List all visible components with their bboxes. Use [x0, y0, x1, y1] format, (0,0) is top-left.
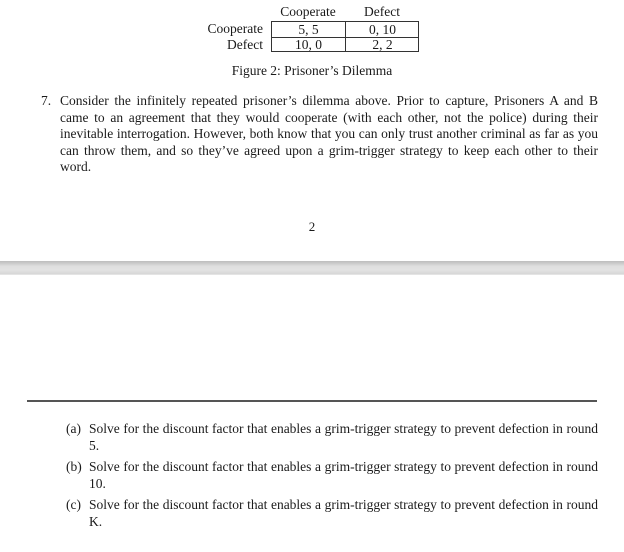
- subquestion-label: (a): [66, 421, 81, 436]
- payoff-cell: 0, 10: [369, 22, 396, 37]
- subquestion-label: (b): [66, 459, 82, 474]
- subquestion-text: Solve for the discount factor that enabl…: [89, 497, 598, 529]
- subquestion-text: Solve for the discount factor that enabl…: [89, 459, 598, 491]
- payoff-cell: 5, 5: [298, 22, 319, 37]
- horizontal-rule: [27, 400, 597, 402]
- figure-caption: Figure 2: Prisoner’s Dilemma: [231, 63, 393, 78]
- column-header-cooperate: Cooperate: [280, 4, 336, 19]
- payoff-grid: 5, 5 0, 10 10, 0 2, 2: [271, 21, 419, 52]
- row-header-cooperate: Cooperate: [207, 21, 263, 36]
- subquestion-c: (c) Solve for the discount factor that e…: [66, 497, 598, 530]
- problem-7: 7. Consider the infinitely repeated pris…: [41, 93, 598, 176]
- row-header-defect: Defect: [227, 37, 263, 52]
- subquestion-a: (a) Solve for the discount factor that e…: [66, 421, 598, 454]
- payoff-cell: 10, 0: [295, 37, 322, 52]
- subquestion-text: Solve for the discount factor that enabl…: [89, 421, 598, 453]
- column-header-defect: Defect: [364, 4, 400, 19]
- page-number: 2: [308, 219, 316, 234]
- subquestion-b: (b) Solve for the discount factor that e…: [66, 459, 598, 492]
- problem-text: Consider the infinitely repeated prisone…: [60, 93, 598, 175]
- page-separator: [0, 261, 624, 275]
- payoff-cell: 2, 2: [372, 37, 393, 52]
- subquestion-label: (c): [66, 497, 81, 512]
- problem-number: 7.: [41, 93, 52, 108]
